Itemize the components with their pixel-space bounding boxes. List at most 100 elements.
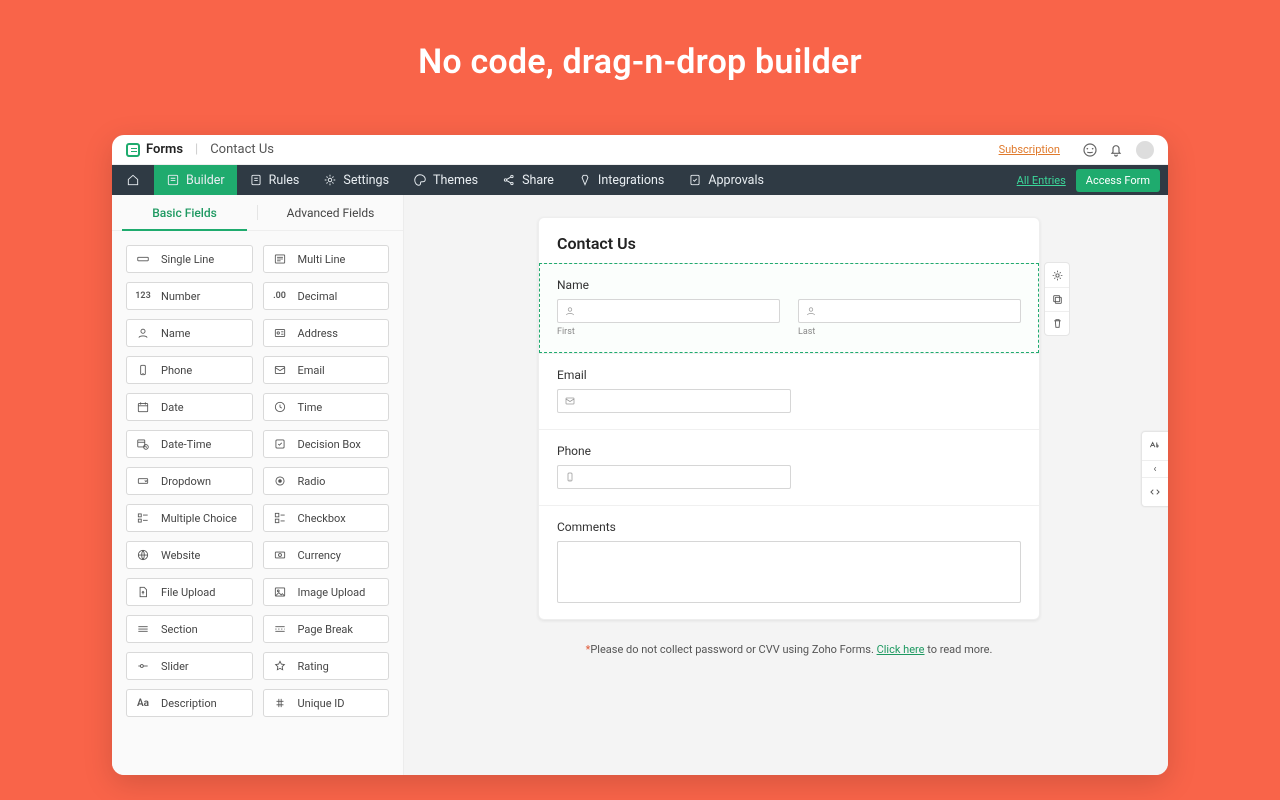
builder-icon (166, 173, 180, 187)
field-currency[interactable]: Currency (263, 541, 390, 569)
subscription-link[interactable]: Subscription (999, 143, 1060, 156)
nav-builder[interactable]: Builder (154, 165, 237, 195)
dropdown-icon (135, 473, 151, 489)
rating-icon (272, 658, 288, 674)
label-phone: Phone (557, 444, 1021, 458)
input-email[interactable] (557, 389, 791, 413)
field-date-time[interactable]: Date-Time (126, 430, 253, 458)
rules-icon (249, 173, 263, 187)
label-email: Email (557, 368, 1021, 382)
field-unique-id[interactable]: Unique ID (263, 689, 390, 717)
form-field-comments[interactable]: Comments (539, 505, 1039, 619)
field-multi-line[interactable]: Multi Line (263, 245, 390, 273)
field-email[interactable]: Email (263, 356, 390, 384)
number-icon: 123 (135, 288, 151, 304)
user-avatar[interactable] (1136, 141, 1154, 159)
field-single-line[interactable]: Single Line (126, 245, 253, 273)
app-brand: Forms (146, 142, 183, 157)
sidebar: Basic Fields Advanced Fields Single Line… (112, 195, 404, 775)
field-palette: Single Line Multi Line 123Number .00Deci… (112, 231, 403, 731)
form-field-phone[interactable]: Phone (539, 429, 1039, 505)
field-dropdown[interactable]: Dropdown (126, 467, 253, 495)
input-phone[interactable] (557, 465, 791, 489)
form-field-name[interactable]: Name First Last (539, 263, 1039, 353)
field-time[interactable]: Time (263, 393, 390, 421)
field-section[interactable]: Section (126, 615, 253, 643)
checkbox-icon (272, 510, 288, 526)
multiple-choice-icon (135, 510, 151, 526)
breadcrumb-separator: | (195, 142, 198, 157)
app-window: Forms | Contact Us Subscription Builder … (112, 135, 1168, 775)
preview-toggle[interactable] (1142, 432, 1168, 460)
form-title: Contact Us (539, 218, 1039, 263)
disclaimer: *Please do not collect password or CVV u… (538, 643, 1040, 656)
nav-themes-label: Themes (433, 173, 478, 188)
field-file-upload[interactable]: File Upload (126, 578, 253, 606)
bell-icon[interactable] (1108, 142, 1124, 158)
field-checkbox[interactable]: Checkbox (263, 504, 390, 532)
forms-logo-icon (126, 143, 140, 157)
gear-icon (323, 173, 337, 187)
section-icon (135, 621, 151, 637)
field-number[interactable]: 123Number (126, 282, 253, 310)
nav-themes[interactable]: Themes (401, 165, 490, 195)
all-entries-link[interactable]: All Entries (1017, 174, 1066, 187)
field-description[interactable]: AaDescription (126, 689, 253, 717)
field-multiple-choice[interactable]: Multiple Choice (126, 504, 253, 532)
nav-approvals[interactable]: Approvals (676, 165, 776, 195)
website-icon (135, 547, 151, 563)
label-comments: Comments (557, 520, 1021, 534)
form-field-email[interactable]: Email (539, 353, 1039, 429)
field-name[interactable]: Name (126, 319, 253, 347)
date-time-icon (135, 436, 151, 452)
field-website[interactable]: Website (126, 541, 253, 569)
field-radio[interactable]: Radio (263, 467, 390, 495)
field-decimal[interactable]: .00Decimal (263, 282, 390, 310)
email-icon (272, 362, 288, 378)
nav-settings-label: Settings (343, 173, 389, 188)
unique-id-icon (272, 695, 288, 711)
field-delete-button[interactable] (1045, 311, 1069, 335)
nav-rules[interactable]: Rules (237, 165, 312, 195)
field-address[interactable]: Address (263, 319, 390, 347)
multi-line-icon (272, 251, 288, 267)
field-slider[interactable]: Slider (126, 652, 253, 680)
nav-integrations[interactable]: Integrations (566, 165, 676, 195)
address-icon (272, 325, 288, 341)
nav-integrations-label: Integrations (598, 173, 664, 188)
field-decision-box[interactable]: Decision Box (263, 430, 390, 458)
themes-icon (413, 173, 427, 187)
input-comments[interactable] (557, 541, 1021, 603)
input-last-name[interactable] (798, 299, 1021, 323)
field-date[interactable]: Date (126, 393, 253, 421)
field-rating[interactable]: Rating (263, 652, 390, 680)
help-icon[interactable] (1082, 142, 1098, 158)
image-upload-icon (272, 584, 288, 600)
field-image-upload[interactable]: Image Upload (263, 578, 390, 606)
tab-basic-fields[interactable]: Basic Fields (112, 195, 257, 230)
nav-settings[interactable]: Settings (311, 165, 401, 195)
nav-home[interactable] (112, 165, 154, 195)
disclaimer-link[interactable]: Click here (877, 643, 925, 656)
field-phone[interactable]: Phone (126, 356, 253, 384)
hero-title: No code, drag-n-drop builder (0, 0, 1280, 82)
tab-advanced-fields[interactable]: Advanced Fields (258, 195, 403, 230)
decimal-icon: .00 (272, 288, 288, 304)
collapse-toggle[interactable]: ‹ (1142, 460, 1168, 478)
field-settings-button[interactable] (1045, 263, 1069, 287)
nav-rules-label: Rules (269, 173, 300, 188)
nav-share[interactable]: Share (490, 165, 566, 195)
field-duplicate-button[interactable] (1045, 287, 1069, 311)
form-canvas[interactable]: Contact Us Name First (404, 195, 1168, 775)
description-icon: Aa (135, 695, 151, 711)
field-page-break[interactable]: Page Break (263, 615, 390, 643)
code-toggle[interactable] (1142, 478, 1168, 506)
name-icon (135, 325, 151, 341)
label-name: Name (557, 278, 1021, 292)
approvals-icon (688, 173, 702, 187)
decision-box-icon (272, 436, 288, 452)
input-first-name[interactable] (557, 299, 780, 323)
share-icon (502, 173, 516, 187)
access-form-button[interactable]: Access Form (1076, 169, 1160, 192)
slider-icon (135, 658, 151, 674)
